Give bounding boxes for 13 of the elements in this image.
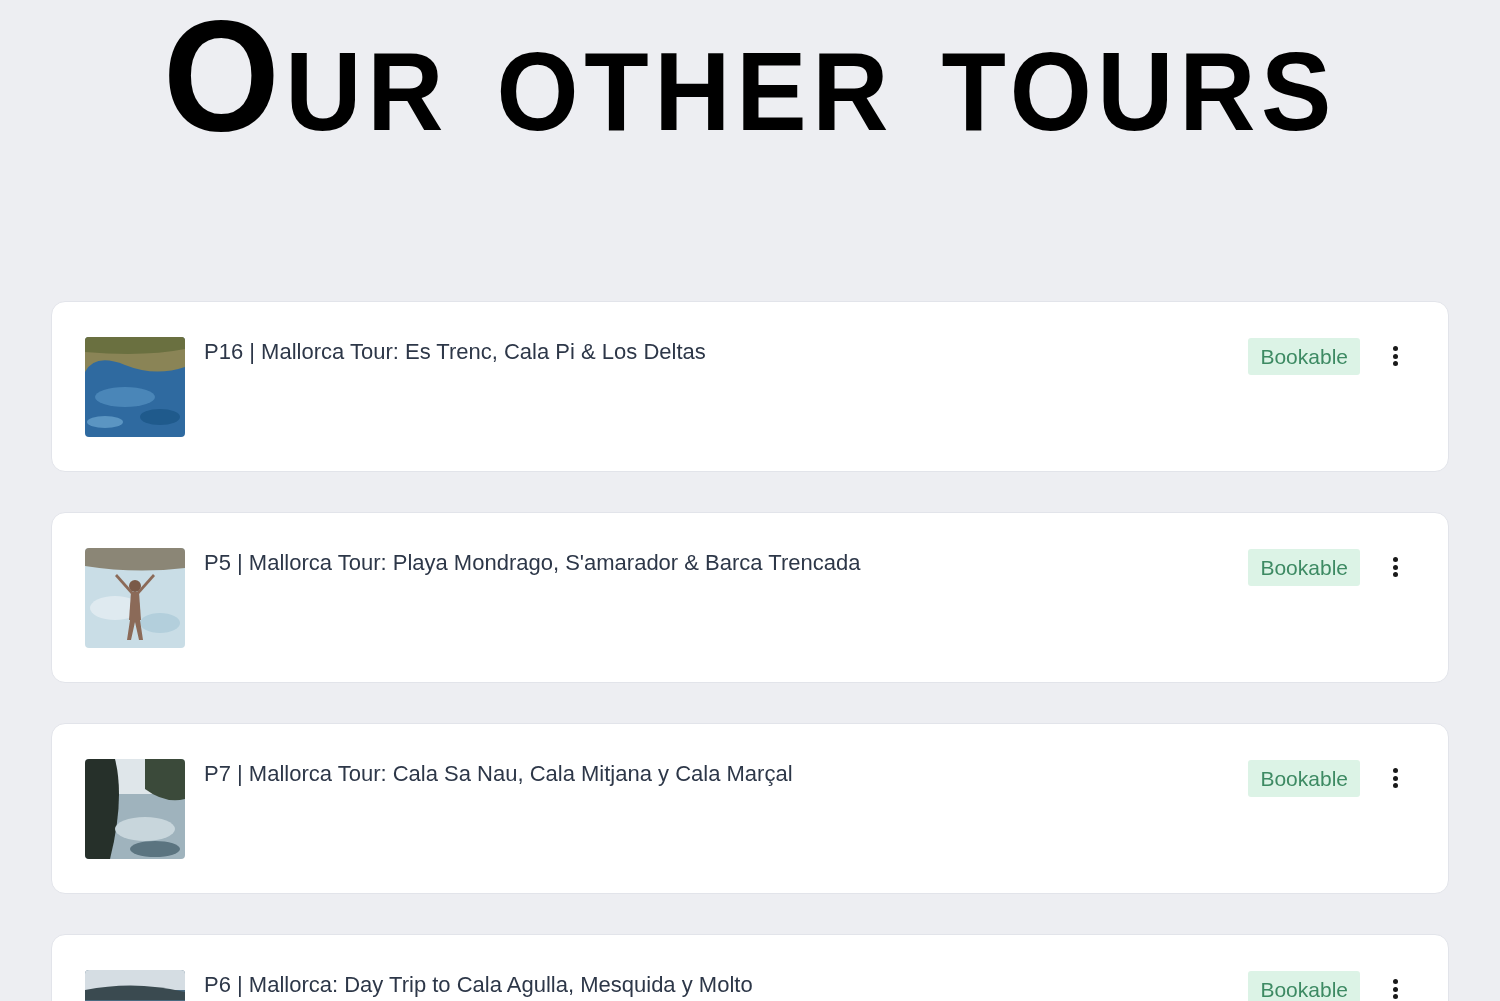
tour-card[interactable]: P7 | Mallorca Tour: Cala Sa Nau, Cala Mitjana y Cala Marçal Bookable (51, 723, 1449, 894)
status-badge: Bookable (1248, 549, 1360, 586)
tour-title: P7 | Mallorca Tour: Cala Sa Nau, Cala Mitjana y Cala Marçal (204, 760, 794, 788)
status-badge: Bookable (1248, 338, 1360, 375)
tour-card[interactable]: P16 | Mallorca Tour: Es Trenc, Cala Pi & Los Deltas Bookable (51, 301, 1449, 472)
tour-title: P5 | Mallorca Tour: Playa Mondrago, S'amarador & Barca Trencada (204, 549, 862, 577)
tour-title: P16 | Mallorca Tour: Es Trenc, Cala Pi & Los Deltas (204, 338, 707, 366)
status-badge: Bookable (1248, 760, 1360, 797)
tour-card[interactable]: P6 | Mallorca: Day Trip to Cala Agulla, Mesquida y Molto Bookable (51, 934, 1449, 1001)
tour-title: P6 | Mallorca: Day Trip to Cala Agulla, Mesquida y Molto (204, 971, 754, 999)
tour-card[interactable]: P5 | Mallorca Tour: Playa Mondrago, S'amarador & Barca Trencada Bookable (51, 512, 1449, 683)
status-badge: Bookable (1248, 971, 1360, 1001)
page-heading: Our other tours (162, 10, 1338, 140)
